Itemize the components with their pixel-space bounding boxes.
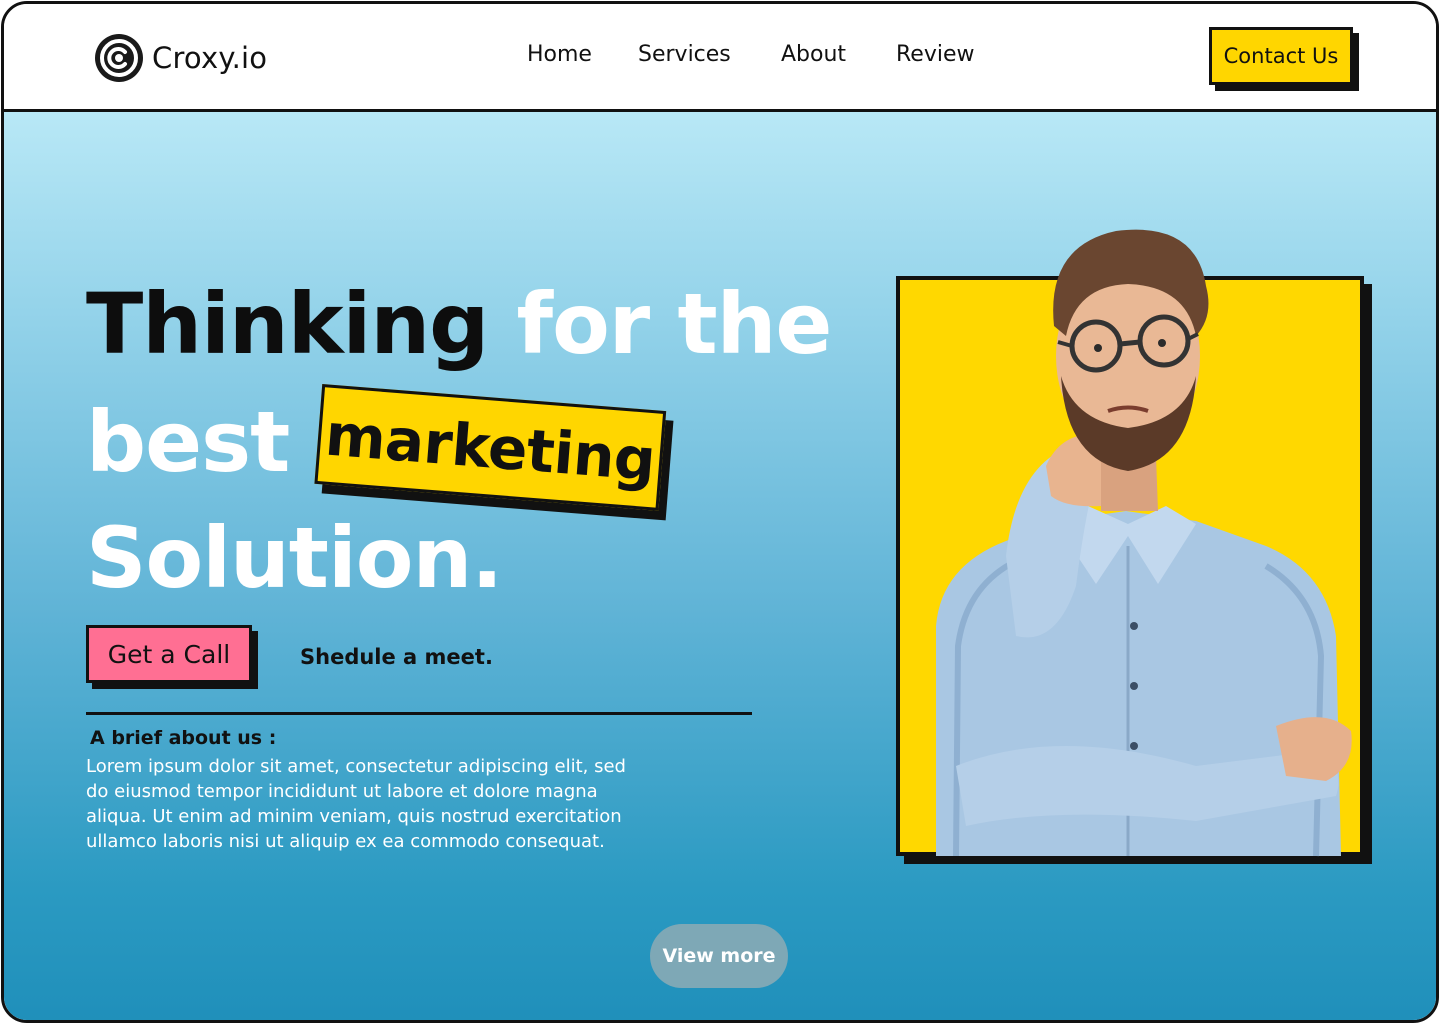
- section-divider: [86, 712, 752, 715]
- get-call-button-wrapper: Get a Call: [86, 625, 261, 691]
- thinking-man-photo: [936, 229, 1352, 857]
- headline-line-2: best: [86, 400, 290, 484]
- contact-button-wrapper: Contact Us: [1209, 27, 1361, 93]
- headline-word-solution: Solution.: [86, 509, 503, 607]
- get-a-call-button[interactable]: Get a Call: [86, 625, 252, 683]
- hero-photo-card: [896, 229, 1372, 866]
- nav-item-about[interactable]: About: [781, 42, 846, 67]
- app-frame: Croxy.io Home Services About Review Cont…: [1, 1, 1439, 1023]
- contact-us-button[interactable]: Contact Us: [1209, 27, 1353, 85]
- nav-item-services[interactable]: Services: [638, 42, 731, 67]
- headline-word-for-the: for the: [516, 275, 833, 373]
- headline-word-thinking: Thinking: [86, 275, 489, 373]
- about-text: Lorem ipsum dolor sit amet, consectetur …: [86, 756, 626, 852]
- view-more-button[interactable]: View more: [650, 924, 788, 988]
- headline-line-3: Solution.: [86, 516, 503, 600]
- nav-item-home[interactable]: Home: [527, 42, 592, 67]
- headline-line-1: Thinking for the: [86, 282, 832, 366]
- hero-section: Thinking for the best marketing Solution…: [4, 112, 1436, 1020]
- nav-item-review[interactable]: Review: [896, 42, 975, 67]
- headline-word-best: best: [86, 393, 290, 491]
- about-title: A brief about us :: [90, 727, 277, 749]
- schedule-meet-link[interactable]: Shedule a meet.: [300, 645, 493, 669]
- top-navbar: Croxy.io Home Services About Review Cont…: [4, 4, 1436, 112]
